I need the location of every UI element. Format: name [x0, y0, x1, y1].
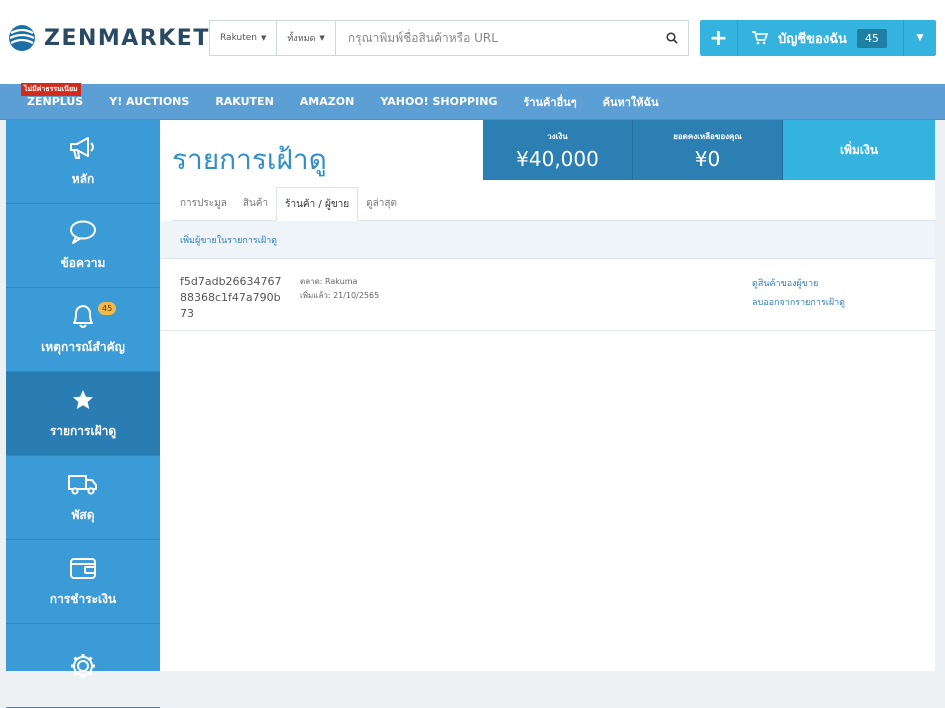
category-select[interactable]: ทั้งหมด ▼ — [277, 21, 336, 55]
sidebar-item-label: การชำระเงิน — [49, 592, 117, 606]
page-title: รายการเฝ้าดู — [172, 143, 327, 176]
tab-recently-viewed[interactable]: ดูล่าสุด — [358, 186, 405, 220]
watchlist-tabs: การประมูล สินค้า ร้านค้า / ผู้ขาย ดูล่าส… — [172, 187, 935, 221]
sidebar-item-label: รายการเฝ้าดู — [49, 424, 117, 438]
star-icon — [73, 390, 93, 409]
sidebar-item-parcels[interactable]: พัสดุ — [6, 456, 160, 540]
search-input[interactable] — [335, 21, 656, 55]
seller-id[interactable]: f5d7adb2663476788368c1f47a790b73 — [180, 274, 285, 322]
tab-auctions[interactable]: การประมูล — [172, 186, 235, 220]
seller-actions: ดูสินค้าของผู้ขาย ลบออกจากรายการเฝ้าดู — [752, 275, 845, 313]
cart-count-badge: 45 — [856, 28, 887, 48]
wallet-icon — [70, 558, 96, 579]
market-select[interactable]: Rakuten ▼ — [210, 21, 278, 55]
sidebar-item-label: เหตุการณ์สำคัญ — [41, 340, 125, 354]
top-bar: ZENMARKET Rakuten ▼ ทั้งหมด ▼ + — [0, 0, 945, 84]
main-nav: ZENPLUS Y! AUCTIONS RAKUTEN AMAZON YAHOO… — [0, 84, 945, 120]
truck-icon — [68, 475, 97, 495]
no-fee-badge: ไม่มีค่าธรรมเนียม — [21, 83, 81, 96]
sidebar-item-events[interactable]: 45 เหตุการณ์สำคัญ — [6, 288, 160, 372]
bell-icon — [73, 305, 93, 328]
balance-label: ยอดคงเหลือของคุณ — [673, 131, 742, 141]
sidebar-item-main[interactable]: หลัก — [6, 120, 160, 204]
zenmarket-logo-icon — [9, 25, 35, 51]
search-bar: Rakuten ▼ ทั้งหมด ▼ — [209, 20, 689, 56]
chevron-down-icon: ▼ — [260, 34, 267, 42]
speech-bubble-icon — [70, 220, 96, 244]
search-icon — [666, 32, 678, 44]
tab-products[interactable]: สินค้า — [235, 186, 276, 220]
nav-item-yahoo-shopping[interactable]: YAHOO! SHOPPING — [367, 95, 510, 108]
credit-limit-value: ¥40,000 — [516, 146, 599, 171]
nav-item-amazon[interactable]: AMAZON — [287, 95, 368, 108]
sidebar-item-label: พัสดุ — [71, 508, 95, 522]
category-select-value: ทั้งหมด — [287, 34, 316, 44]
gear-icon — [71, 653, 95, 678]
main-content: รายการเฝ้าดู วงเงิน ¥40,000 ยอดคงเหลือขอ… — [160, 120, 935, 671]
add-seller-bar: เพิ่มผู้ขายในรายการเฝ้าดู — [160, 221, 935, 259]
add-button[interactable]: + — [700, 20, 738, 56]
tab-sellers[interactable]: ร้านค้า / ผู้ขาย — [276, 187, 359, 221]
sidebar: หลัก ข้อความ 45 เหตุการณ์สำคัญ รายการเฝ้… — [6, 120, 160, 708]
nav-item-other-shops[interactable]: ร้านค้าอื่นๆ — [510, 93, 589, 111]
my-account-label: บัญชีของฉัน — [778, 31, 847, 47]
sidebar-item-watchlist[interactable]: รายการเฝ้าดู — [6, 372, 160, 456]
sidebar-item-payments[interactable]: การชำระเงิน — [6, 540, 160, 624]
credit-limit-stat: วงเงิน ¥40,000 — [483, 120, 633, 180]
top-up-button[interactable]: เพิ่มเงิน — [783, 120, 935, 180]
nav-item-rakuten[interactable]: RAKUTEN — [202, 95, 286, 108]
sidebar-item-label: ข้อความ — [60, 256, 106, 270]
nav-item-zenplus[interactable]: ZENPLUS — [14, 95, 96, 108]
table-row: f5d7adb2663476788368c1f47a790b73 ตลาด: R… — [160, 259, 935, 331]
sidebar-item-messages[interactable]: ข้อความ — [6, 204, 160, 288]
chevron-down-icon: ▼ — [319, 34, 325, 42]
seller-market: ตลาด: Rakuma — [300, 277, 358, 286]
sidebar-item-settings[interactable] — [6, 624, 160, 708]
credit-limit-label: วงเงิน — [547, 131, 568, 141]
view-seller-items-link[interactable]: ดูสินค้าของผู้ขาย — [752, 275, 845, 294]
seller-added-date: เพิ่มแล้ว: 21/10/2565 — [300, 291, 380, 300]
brand-name: ZENMARKET — [44, 25, 210, 51]
cart-icon — [752, 31, 768, 45]
seller-meta: ตลาด: Rakuma เพิ่มแล้ว: 21/10/2565 — [300, 275, 379, 303]
nav-item-search-for-me[interactable]: ค้นหาให้ฉัน — [590, 93, 672, 111]
market-select-value: Rakuten — [220, 33, 257, 43]
sidebar-item-label: หลัก — [71, 172, 95, 186]
search-button[interactable] — [656, 21, 688, 55]
add-seller-link[interactable]: เพิ่มผู้ขายในรายการเฝ้าดู — [180, 233, 277, 247]
balance-panel: วงเงิน ¥40,000 ยอดคงเหลือของคุณ ¥0 เพิ่ม… — [483, 120, 935, 180]
brand-logo[interactable]: ZENMARKET — [8, 20, 210, 56]
account-dropdown-toggle[interactable]: ▼ — [904, 20, 936, 56]
events-count-badge: 45 — [98, 302, 117, 315]
nav-item-yauctions[interactable]: Y! AUCTIONS — [96, 95, 202, 108]
balance-stat: ยอดคงเหลือของคุณ ¥0 — [633, 120, 783, 180]
my-account-button[interactable]: บัญชีของฉัน 45 — [738, 20, 904, 56]
balance-value: ¥0 — [694, 146, 721, 171]
remove-from-watchlist-link[interactable]: ลบออกจากรายการเฝ้าดู — [752, 294, 845, 313]
plus-icon: + — [709, 25, 728, 51]
account-bar: + บัญชีของฉัน 45 ▼ — [700, 20, 936, 56]
chevron-down-icon: ▼ — [916, 33, 924, 43]
megaphone-icon — [70, 137, 94, 159]
